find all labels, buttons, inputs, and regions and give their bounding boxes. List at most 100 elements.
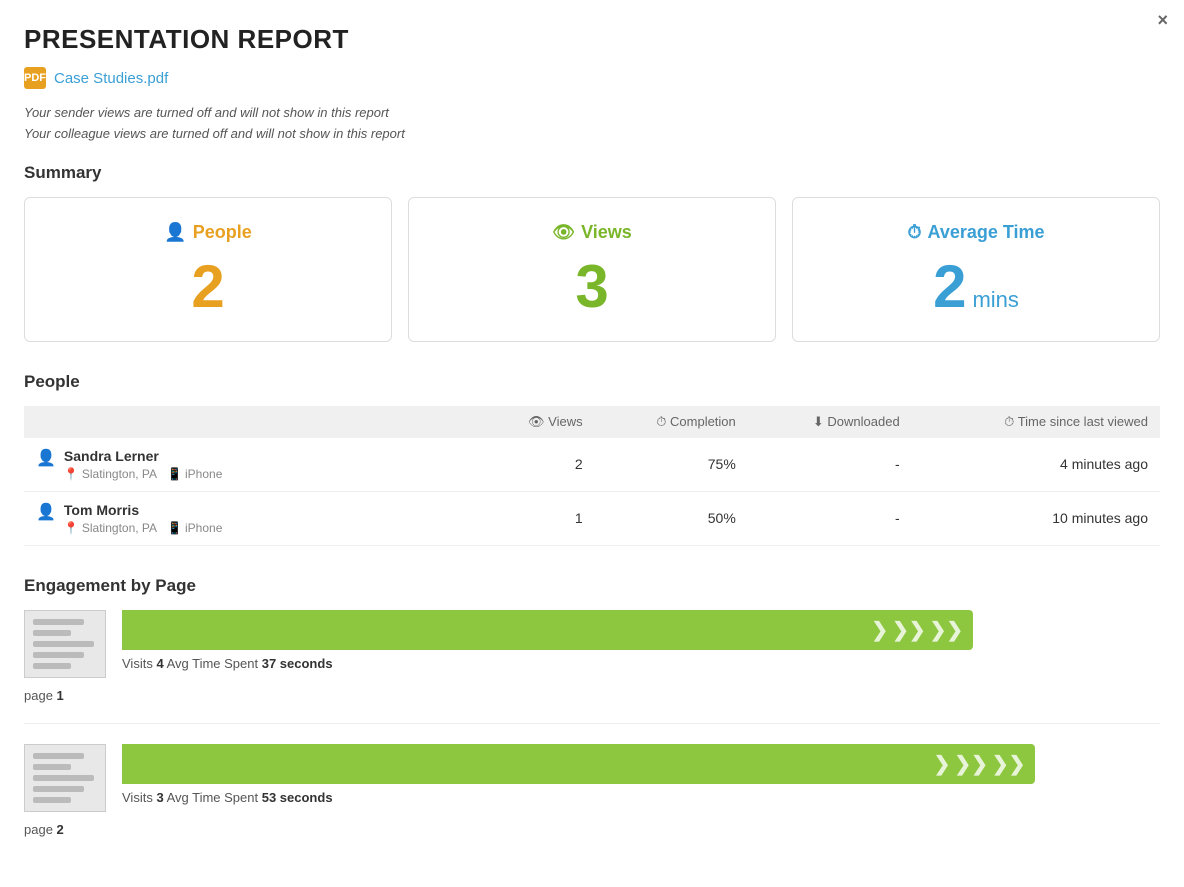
progress-bar: ❯ ❯❯ ❯❯	[122, 610, 973, 650]
progress-bar-container: ❯ ❯❯ ❯❯	[122, 610, 1160, 650]
visits-label: Visits	[122, 790, 156, 805]
thumb-line	[33, 786, 84, 792]
thumb-line	[33, 764, 71, 770]
avg-time-icon: ⏱	[907, 222, 921, 243]
views-card: 👁 Views 3	[408, 197, 776, 342]
file-icon: PDF	[24, 67, 46, 89]
summary-cards: 👤 People 2 👁 Views 3 ⏱ Average Time 2 mi…	[24, 197, 1160, 342]
thumb-line	[33, 619, 84, 625]
person-last-viewed: 10 minutes ago	[912, 491, 1160, 545]
avg-time-label: Avg Time Spent	[167, 656, 262, 671]
notice-block: Your sender views are turned off and wil…	[24, 103, 1160, 145]
thumb-line	[33, 753, 84, 759]
person-name: Tom Morris	[64, 502, 222, 518]
avg-time-value: 37 seconds	[262, 656, 333, 671]
table-row[interactable]: 👤 Tom Morris 📍Slatington, PA 📱iPhone 1 5…	[24, 491, 1160, 545]
avg-time-value: 53 seconds	[262, 790, 333, 805]
thumb-line	[33, 775, 94, 781]
visits-value: 4	[156, 656, 163, 671]
avg-time-suffix: mins	[972, 287, 1018, 313]
thumb-line	[33, 652, 84, 658]
bar-area: ❯ ❯❯ ❯❯ Visits 3 Avg Time Spent 53 secon…	[122, 744, 1160, 805]
person-avatar-icon: 👤	[36, 448, 56, 468]
pin-icon: 📍	[64, 521, 79, 535]
avg-time-card: ⏱ Average Time 2 mins	[792, 197, 1160, 342]
page-number: 1	[57, 688, 64, 703]
chevron-icon: ❯❯	[992, 751, 1026, 776]
people-table: 👁 Views ⏱ Completion ⬇ Downloaded ⏱ Time…	[24, 406, 1160, 546]
bar-stats: Visits 4 Avg Time Spent 37 seconds	[122, 656, 1160, 671]
chevron-icon: ❯	[934, 751, 951, 776]
avg-time-label: Avg Time Spent	[167, 790, 262, 805]
close-button[interactable]: ×	[1157, 10, 1168, 31]
page-item: ❯ ❯❯ ❯❯ Visits 3 Avg Time Spent 53 secon…	[24, 744, 1160, 837]
progress-bar-container: ❯ ❯❯ ❯❯	[122, 744, 1160, 784]
file-name: Case Studies.pdf	[54, 70, 168, 87]
people-card-label: 👤 People	[41, 222, 375, 243]
page-thumbnail	[24, 744, 106, 812]
col-downloaded: ⬇ Downloaded	[748, 406, 912, 438]
person-meta: 📍Slatington, PA 📱iPhone	[64, 521, 222, 535]
avg-time-card-value: 2	[933, 257, 966, 317]
notice-line-2: Your colleague views are turned off and …	[24, 124, 1160, 145]
person-views: 2	[478, 438, 594, 492]
thumb-line	[33, 641, 94, 647]
people-section: People 👁 Views ⏱ Completion ⬇ Downloa	[24, 372, 1160, 546]
visits-value: 3	[156, 790, 163, 805]
views-icon: 👁	[552, 222, 575, 243]
page-label: page 1	[24, 688, 1160, 703]
page-divider	[24, 723, 1160, 724]
person-name: Sandra Lerner	[64, 448, 222, 464]
col-downloaded-icon: ⬇	[813, 414, 828, 429]
chevron-icon: ❯❯	[930, 617, 964, 642]
engagement-pages: ❯ ❯❯ ❯❯ Visits 4 Avg Time Spent 37 secon…	[24, 610, 1160, 837]
person-location: 📍Slatington, PA	[64, 521, 157, 535]
pin-icon: 📍	[64, 467, 79, 481]
views-card-value: 3	[425, 257, 759, 317]
person-cell: 👤 Sandra Lerner 📍Slatington, PA 📱iPhone	[24, 438, 478, 492]
person-device: 📱iPhone	[167, 521, 222, 535]
chevron-icon: ❯❯	[892, 617, 926, 642]
col-views: 👁 Views	[478, 406, 594, 438]
progress-bar: ❯ ❯❯ ❯❯	[122, 744, 1035, 784]
person-downloaded: -	[748, 438, 912, 492]
phone-icon: 📱	[167, 521, 182, 535]
person-device: 📱iPhone	[167, 467, 222, 481]
person-views: 1	[478, 491, 594, 545]
chevron-icon: ❯	[871, 617, 888, 642]
person-meta: 📍Slatington, PA 📱iPhone	[64, 467, 222, 481]
person-downloaded: -	[748, 491, 912, 545]
thumb-line	[33, 663, 71, 669]
col-views-icon: 👁	[528, 414, 548, 429]
col-name	[24, 406, 478, 438]
bar-arrows: ❯ ❯❯ ❯❯	[934, 751, 1026, 776]
summary-section-title: Summary	[24, 163, 1160, 183]
table-row[interactable]: 👤 Sandra Lerner 📍Slatington, PA 📱iPhone …	[24, 438, 1160, 492]
phone-icon: 📱	[167, 467, 182, 481]
notice-line-1: Your sender views are turned off and wil…	[24, 103, 1160, 124]
col-last-viewed-icon: ⏱	[1004, 414, 1018, 429]
page-title: PRESENTATION REPORT	[24, 24, 1160, 55]
person-completion: 75%	[595, 438, 748, 492]
people-card-value: 2	[41, 257, 375, 317]
person-cell: 👤 Tom Morris 📍Slatington, PA 📱iPhone	[24, 491, 478, 545]
people-section-title: People	[24, 372, 1160, 392]
avg-time-card-label: ⏱ Average Time	[809, 222, 1143, 243]
page-number: 2	[57, 822, 64, 837]
file-link[interactable]: PDF Case Studies.pdf	[24, 67, 1160, 89]
page-item-row: ❯ ❯❯ ❯❯ Visits 4 Avg Time Spent 37 secon…	[24, 610, 1160, 678]
chevron-icon: ❯❯	[954, 751, 988, 776]
people-card: 👤 People 2	[24, 197, 392, 342]
thumb-line	[33, 797, 71, 803]
col-last-viewed: ⏱ Time since last viewed	[912, 406, 1160, 438]
people-icon: 👤	[164, 222, 186, 243]
page-item: ❯ ❯❯ ❯❯ Visits 4 Avg Time Spent 37 secon…	[24, 610, 1160, 703]
page-item-row: ❯ ❯❯ ❯❯ Visits 3 Avg Time Spent 53 secon…	[24, 744, 1160, 812]
bar-arrows: ❯ ❯❯ ❯❯	[871, 617, 963, 642]
engagement-section: Engagement by Page ❯ ❯❯ ❯❯	[24, 576, 1160, 837]
person-last-viewed: 4 minutes ago	[912, 438, 1160, 492]
engagement-section-title: Engagement by Page	[24, 576, 1160, 596]
bar-area: ❯ ❯❯ ❯❯ Visits 4 Avg Time Spent 37 secon…	[122, 610, 1160, 671]
page-thumbnail	[24, 610, 106, 678]
col-completion: ⏱ Completion	[595, 406, 748, 438]
